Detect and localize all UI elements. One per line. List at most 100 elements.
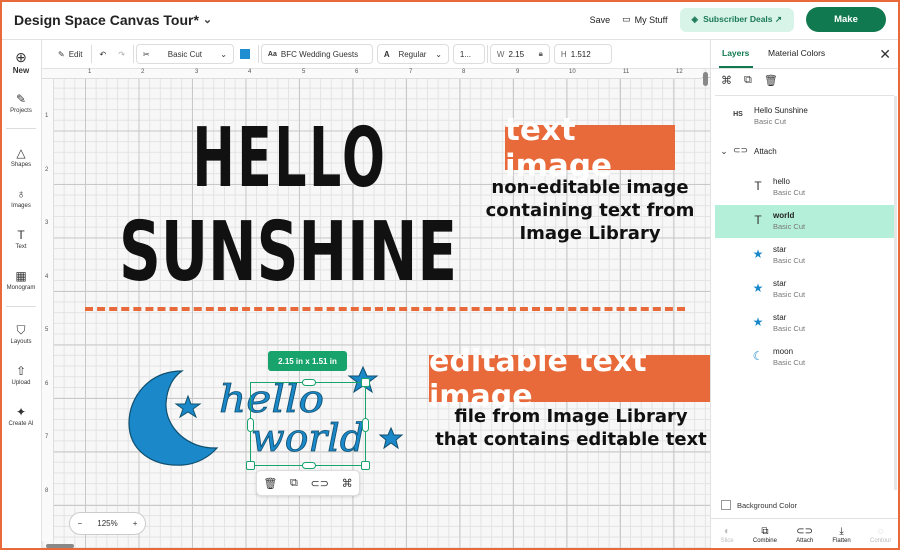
background-color-row[interactable]: Background Color (721, 500, 797, 510)
editable-text-callout: editable text image (429, 344, 717, 414)
style-value: Regular (398, 49, 427, 59)
layer-operation: Basic Cut (773, 324, 806, 333)
layer-name: hello (773, 177, 790, 186)
height-input[interactable]: H 1.512 (553, 44, 612, 64)
layer-star-2[interactable]: ★ star Basic Cut (715, 273, 894, 306)
selection-action-bar: 🗑︎ ⧉ ⊂⊃ ⌘ (256, 470, 360, 496)
selection-box[interactable] (246, 378, 370, 470)
make-button[interactable]: Make (806, 7, 886, 32)
ruler-tick: 3 (195, 69, 199, 75)
font-size-value: 1... (459, 49, 472, 59)
redo-button[interactable]: ↷ (112, 44, 131, 64)
resize-handle-top[interactable] (302, 379, 316, 386)
layer-moon[interactable]: ☾ moon Basic Cut (715, 341, 894, 374)
layer-star-1[interactable]: ★ star Basic Cut (715, 239, 894, 272)
undo-button[interactable]: ↶ (94, 44, 113, 64)
background-color-checkbox[interactable] (721, 500, 731, 510)
trash-icon[interactable]: 🗑︎ (764, 74, 778, 87)
description-line: that contains editable text (435, 429, 707, 450)
resize-handle-top-right[interactable] (361, 378, 370, 387)
layer-operation: Basic Cut (773, 256, 806, 265)
resize-handle-bottom-right[interactable] (361, 461, 370, 470)
zoom-in-button[interactable]: + (133, 519, 138, 528)
duplicate-icon[interactable]: ⧉ (744, 74, 752, 87)
rail-item-images[interactable]: ♁ Images (0, 187, 42, 209)
width-input[interactable]: W 2.15 🔒︎ (489, 44, 550, 64)
group-icon[interactable]: ⌘ (342, 477, 353, 490)
star-shape-left (174, 394, 202, 419)
rail-item-layouts[interactable]: ⛉ Layouts (0, 323, 42, 345)
rail-item-text[interactable]: T Text (0, 228, 42, 250)
duplicate-icon[interactable]: ⧉ (290, 477, 298, 490)
font-select[interactable]: Aa BFC Wedding Guests (260, 44, 373, 64)
attach-button[interactable]: ⊂⊃ Attach (796, 526, 813, 544)
color-swatch-button[interactable] (234, 44, 256, 64)
ruler-tick: 2 (45, 167, 49, 173)
text-icon: T (754, 179, 762, 193)
rail-item-monogram[interactable]: ▦ Monogram (0, 269, 42, 291)
scrollbar-thumb[interactable] (703, 72, 708, 86)
resize-handle-right[interactable] (362, 418, 369, 432)
save-button[interactable]: Save (590, 15, 611, 25)
height-value: 1.512 (570, 49, 591, 59)
rail-item-new[interactable]: ⊕ New (0, 50, 42, 75)
layer-operation: Basic Cut (773, 188, 806, 197)
layer-star-3[interactable]: ★ star Basic Cut (715, 307, 894, 340)
resize-handle-left[interactable] (247, 418, 254, 432)
rail-item-projects[interactable]: ✎ Projects (0, 92, 42, 114)
tab-layers[interactable]: Layers (722, 48, 749, 58)
monogram-icon: ▦ (15, 269, 27, 283)
trash-icon[interactable]: 🗑︎ (263, 477, 277, 490)
rail-item-shapes[interactable]: △ Shapes (0, 146, 42, 168)
rail-item-create-ai[interactable]: ✦ Create AI (0, 405, 42, 427)
group-layers-icon[interactable]: ⌘ (721, 74, 732, 87)
layers-scrollbar[interactable] (894, 96, 897, 490)
upload-icon: ⇧ (15, 364, 27, 378)
contour-button[interactable]: ◌ Contour (870, 526, 891, 544)
folder-icon: ▭ (622, 14, 631, 24)
layer-name: star (773, 279, 787, 288)
close-icon[interactable]: ✕ (879, 46, 891, 63)
layer-operation: Basic Cut (773, 290, 806, 299)
rail-divider (6, 306, 36, 307)
ruler-tick: 12 (676, 69, 683, 75)
slice-button[interactable]: ◐ Slice (721, 526, 734, 544)
text-icon: T (754, 213, 762, 227)
resize-handle-bottom-left[interactable] (246, 461, 255, 470)
layer-attach-group[interactable]: ⌄ ⊂⊃ Attach (715, 136, 894, 169)
edit-button[interactable]: ✎ Edit (52, 44, 89, 64)
operation-select[interactable]: ✂ Basic Cut ⌄ (135, 44, 234, 64)
document-title[interactable]: Design Space Canvas Tour* ⌄ (14, 12, 212, 28)
layer-hello-sunshine[interactable]: HS Hello Sunshine Basic Cut (715, 100, 894, 133)
ruler-tick: 5 (45, 327, 49, 333)
attach-icon[interactable]: ⊂⊃ (311, 477, 329, 490)
canvas-horizontal-scrollbar[interactable] (46, 544, 74, 548)
canvas-vertical-scrollbar[interactable] (702, 70, 709, 540)
width-value: 2.15 (508, 49, 525, 59)
font-size-input[interactable]: 1... (452, 44, 485, 64)
ruler-tick: 6 (45, 381, 49, 387)
my-stuff-button[interactable]: ▭ My Stuff (622, 14, 667, 25)
combine-label: Combine (752, 537, 777, 544)
combine-button[interactable]: ⧉ Combine (753, 526, 777, 544)
flatten-button[interactable]: ⤓ Flatten (832, 526, 850, 544)
hello-sunshine-image[interactable]: HELLO SUNSHINE (110, 100, 470, 295)
resize-handle-bottom[interactable] (302, 462, 316, 469)
editable-text-title: editable text image (429, 343, 647, 414)
font-style-select[interactable]: A Regular ⌄ (376, 44, 449, 64)
rail-item-upload[interactable]: ⇧ Upload (0, 364, 42, 386)
chevron-down-icon[interactable]: ⌄ (717, 146, 731, 157)
edit-toolbar: ✎ Edit ↶ ↷ ✂ Basic Cut ⌄ Aa BFC Wedding … (42, 40, 710, 69)
subscriber-deals-label: Subscriber Deals ↗ (703, 14, 782, 24)
subscriber-deals-button[interactable]: ◈ Subscriber Deals ↗ (679, 7, 794, 32)
text-image-description: non-editable image containing text from … (470, 176, 710, 245)
ruler-tick: 9 (516, 69, 520, 75)
ruler-tick: 2 (141, 69, 145, 75)
lock-icon[interactable]: 🔒︎ (539, 49, 543, 59)
layer-world[interactable]: T world Basic Cut (715, 205, 894, 238)
tab-material-colors[interactable]: Material Colors (768, 48, 825, 58)
zoom-out-button[interactable]: − (78, 519, 83, 528)
left-rail: ⊕ New ✎ Projects △ Shapes ♁ Images T Tex… (0, 40, 42, 550)
layer-hello[interactable]: T hello Basic Cut (715, 171, 894, 204)
ruler-tick: 6 (355, 69, 359, 75)
